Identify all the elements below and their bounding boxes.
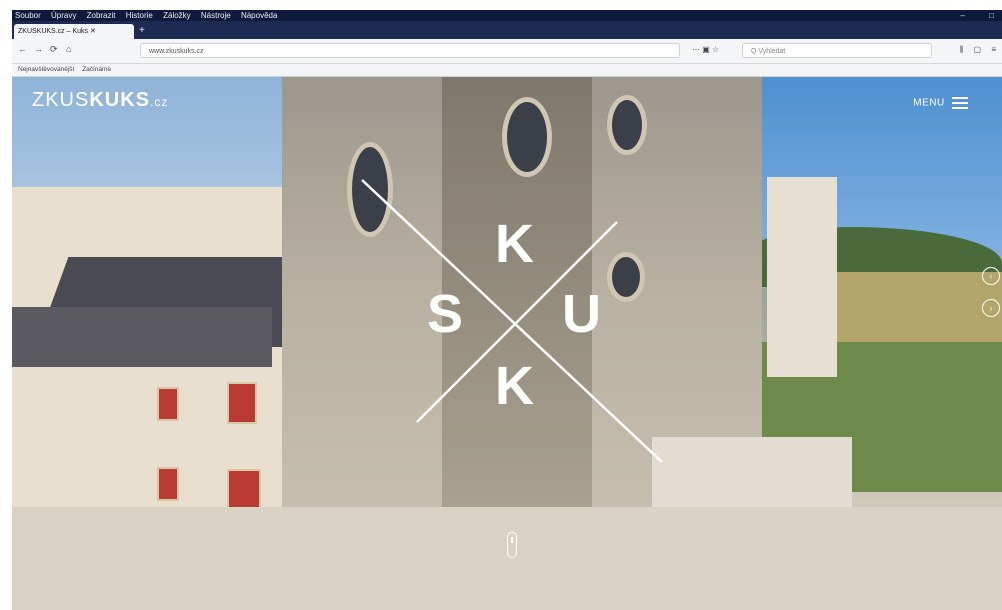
bookmark-getting-started[interactable]: Začínáme xyxy=(82,66,111,73)
menu-edit[interactable]: Úpravy xyxy=(51,10,76,21)
menu-tools[interactable]: Nástroje xyxy=(201,10,231,21)
sidebar-icon[interactable]: ▢ xyxy=(974,45,982,54)
hero-photo: ZKUSKUKS.cz MENU K S U K ‹ › xyxy=(12,77,1002,610)
os-menubar: Soubor Úpravy Zobrazit Historie Záložky … xyxy=(12,10,1002,21)
castle-roof-lower xyxy=(12,307,272,367)
menu-view[interactable]: Zobrazit xyxy=(87,10,116,21)
url-bar[interactable]: www.zkuskuks.cz xyxy=(140,43,680,58)
search-input[interactable]: Q Vyhledat xyxy=(742,43,932,58)
oval-window xyxy=(607,95,647,155)
plaza xyxy=(12,507,1002,610)
toolbar-right-icons: ⫼ ▢ ≡ xyxy=(952,45,996,55)
hospital-tower xyxy=(767,177,837,377)
page-actions-icons[interactable]: ⋯ ▣ ☆ xyxy=(692,45,719,54)
window xyxy=(227,382,257,424)
menu-history[interactable]: Historie xyxy=(126,10,153,21)
letter-k-bottom: K xyxy=(495,356,534,416)
home-icon[interactable]: ⌂ xyxy=(66,44,71,54)
bookmark-most-visited[interactable]: Nejnavštěvovanější xyxy=(18,66,74,73)
window xyxy=(157,387,179,421)
menu-label: MENU xyxy=(913,97,945,109)
slide-next-button[interactable]: › xyxy=(982,299,1000,317)
forward-icon[interactable]: → xyxy=(34,44,43,54)
reload-icon[interactable]: ⟳ xyxy=(50,44,58,55)
logo-bold-text: KUKS xyxy=(89,89,151,111)
slide-prev-button[interactable]: ‹ xyxy=(982,267,1000,285)
library-icon[interactable]: ⫼ xyxy=(960,45,964,54)
url-text: www.zkuskuks.cz xyxy=(149,48,204,55)
maximize-button[interactable]: □ xyxy=(989,11,994,20)
logo-text: ZKUS xyxy=(32,89,90,111)
logo-suffix: .cz xyxy=(150,95,169,109)
menu-button[interactable]: MENU xyxy=(913,94,968,112)
back-icon[interactable]: ← xyxy=(18,44,27,54)
window xyxy=(157,467,179,501)
menu-bookmarks[interactable]: Záložky xyxy=(163,10,191,21)
hamburger-menu-icon[interactable]: ≡ xyxy=(991,45,996,54)
tab-active[interactable]: ZKUSKUKS.cz – Kuks ✕ xyxy=(14,24,134,39)
letter-s: S xyxy=(427,284,464,344)
bookmarks-bar: Nejnavštěvovanější Začínáme xyxy=(12,64,1002,77)
menu-file[interactable]: Soubor xyxy=(15,10,41,21)
scroll-down-icon[interactable] xyxy=(507,532,517,558)
site-logo[interactable]: ZKUSKUKS.cz xyxy=(32,89,168,112)
tab-strip: ZKUSKUKS.cz – Kuks ✕ + xyxy=(12,21,1002,39)
search-placeholder: Q Vyhledat xyxy=(751,48,786,55)
letter-u: U xyxy=(562,284,601,344)
navigation-toolbar: ← → ⟳ ⌂ www.zkuskuks.cz ⋯ ▣ ☆ Q Vyhledat… xyxy=(12,39,1002,64)
menu-help[interactable]: Nápověda xyxy=(241,10,277,21)
hamburger-icon xyxy=(952,94,968,112)
minimize-button[interactable]: – xyxy=(960,11,964,20)
letter-k-top: K xyxy=(495,214,534,274)
window-controls: – □ xyxy=(938,10,994,21)
browser-window: Soubor Úpravy Zobrazit Historie Záložky … xyxy=(12,10,1002,610)
oval-window xyxy=(502,97,552,177)
new-tab-button[interactable]: + xyxy=(139,24,145,38)
tab-title: ZKUSKUKS.cz – Kuks ✕ xyxy=(18,28,96,35)
